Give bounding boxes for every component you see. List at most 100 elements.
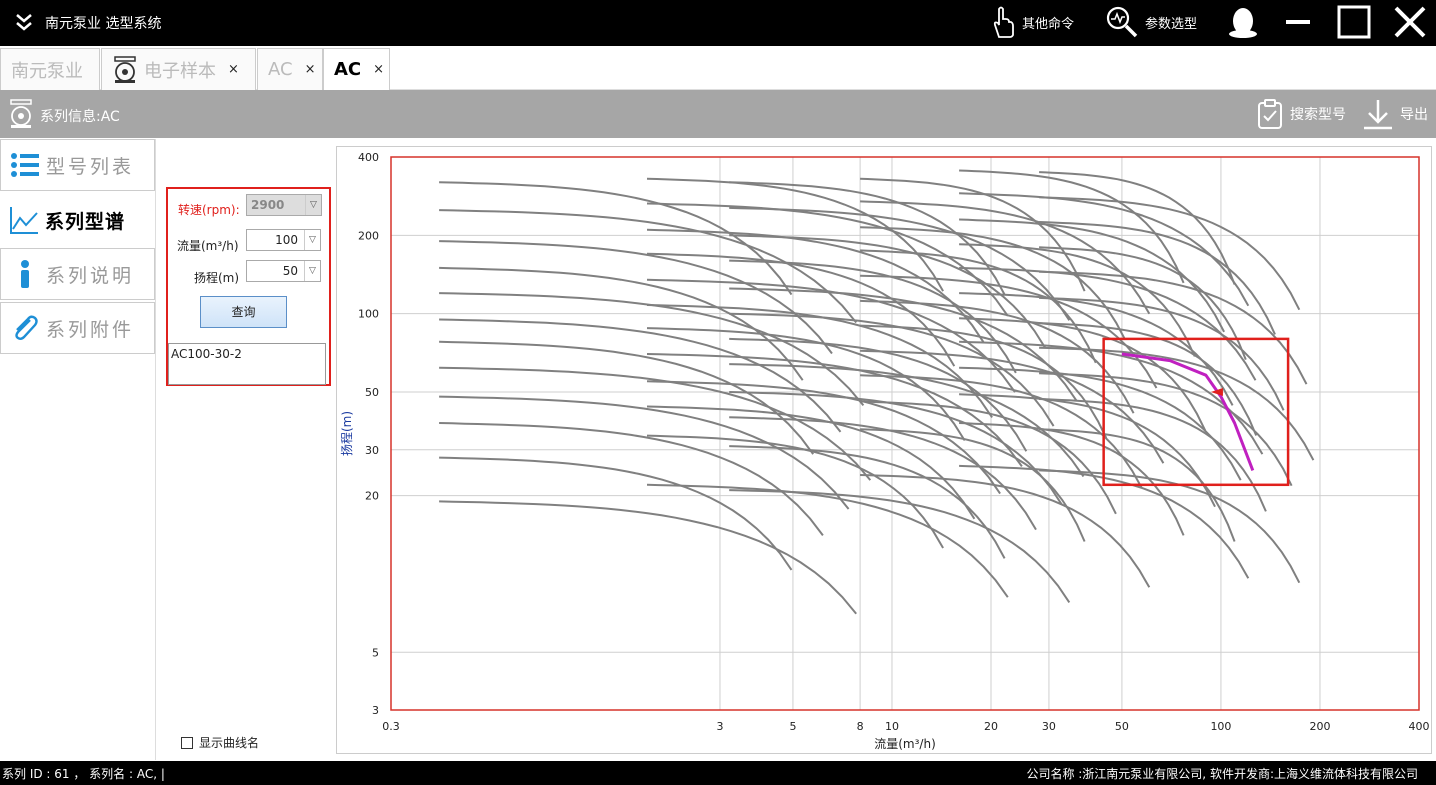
result-list[interactable]: AC100-30-2 [168,343,326,385]
x-tick-label: 30 [1042,720,1056,733]
y-tick-label: 50 [365,386,379,399]
x-tick-label: 50 [1115,720,1129,733]
series-chart: 0.3 3 5 8 10 20 30 50 100 200 400 400 200 100 50 30 20 5 3… [336,146,1432,754]
search-model-button[interactable]: 搜索型号 [1256,98,1346,130]
export-label: 导出 [1400,107,1428,123]
pump-curve [959,266,1257,381]
series-info-title: 系列信息:AC [40,109,120,125]
status-company: 公司名称 :浙江南元泵业有限公司, 软件开发商:上海义维流体科技有限公司 [1026,767,1418,781]
pump-curve [860,400,1117,515]
app-title: 南元泵业 选型系统 [45,16,162,32]
hand-pointer-icon [993,6,1014,38]
chart-line-icon [10,207,38,234]
tab-label: 南元泵业 [11,60,83,82]
nav-model-list[interactable]: 型号列表 [0,139,155,191]
show-curve-names-checkbox[interactable] [181,736,193,749]
head-value: 50 [282,264,298,278]
tab-e-sample[interactable]: 电子样本 × [101,48,256,90]
query-button[interactable]: 查询 [200,296,287,328]
pump-curve [646,228,985,343]
chevron-down-icon[interactable]: ▽ [304,261,320,281]
nav-series-chart[interactable]: 系列型谱 [0,194,155,246]
tab-label: AC [268,59,293,80]
pump-curve [1039,296,1285,411]
tab-ac-active[interactable]: AC × [323,48,390,90]
tab-close-icon[interactable]: × [228,62,239,77]
y-tick-label: 3 [372,704,379,717]
flow-label: 流量(m³/h) [177,239,239,253]
close-icon[interactable] [1392,4,1428,40]
pump-curve [439,456,793,571]
minimize-icon[interactable] [1280,4,1316,40]
x-tick-label: 10 [885,720,899,733]
x-tick-label: 200 [1309,720,1330,733]
flow-value: 100 [275,233,298,247]
x-tick-label: 3 [716,720,723,733]
pump-curve [646,405,976,520]
clipboard-check-icon [1258,99,1282,129]
left-nav: 型号列表 系列型谱 系列说明 系列附件 [0,139,156,760]
download-icon [1364,100,1392,130]
head-select[interactable]: 50 ▽ [246,260,321,282]
show-curve-names-row[interactable]: 显示曲线名 [181,734,259,751]
tab-home[interactable]: 南元泵业 [0,48,100,90]
x-tick-label: 0.3 [382,720,400,733]
pump-curve [1039,270,1308,385]
x-tick-label: 100 [1210,720,1231,733]
x-axis-label: 流量(m³/h) [874,737,936,751]
tab-ac-1[interactable]: AC × [257,48,323,90]
pump-curve [729,363,1085,478]
pump-curve [860,474,1151,588]
other-commands-button[interactable]: 其他命令 [990,4,1074,40]
nav-label: 系列型谱 [45,210,126,233]
export-button[interactable]: 导出 [1362,98,1428,130]
y-tick-label: 100 [358,308,379,321]
pump-icon [114,55,136,83]
speed-value: 2900 [251,198,285,212]
y-tick-label: 400 [358,151,379,164]
tab-close-icon[interactable]: × [305,62,316,77]
y-tick-label: 30 [365,444,379,457]
nav-series-attachments[interactable]: 系列附件 [0,302,155,354]
search-model-label: 搜索型号 [1290,107,1346,123]
nav-label: 型号列表 [46,155,135,178]
chevron-down-double-icon[interactable] [14,11,34,33]
x-tick-label: 20 [984,720,998,733]
nav-series-description[interactable]: 系列说明 [0,248,155,300]
pump-curve [860,428,1086,542]
paperclip-icon [15,315,38,340]
pump-curve [646,304,993,418]
pump-curve [439,500,857,615]
param-selection-button[interactable]: 参数选型 [1105,4,1197,40]
tab-bar: 南元泵业 电子样本 × AC × AC × [0,46,1436,90]
pump-curve [729,181,1006,296]
param-selection-label: 参数选型 [1145,16,1198,32]
other-commands-label: 其他命令 [1022,16,1075,32]
pump-curve [646,202,1009,317]
pump-curve [439,422,824,537]
pump-curve [646,483,1009,598]
chart-svg[interactable]: 0.3 3 5 8 10 20 30 50 100 200 40040020010050302053… [337,147,1431,753]
list-item[interactable]: AC100-30-2 [171,347,323,361]
head-label: 扬程(m) [194,271,240,285]
chevron-down-icon[interactable]: ▽ [304,230,320,250]
status-series: 系列 ID : 61 ， 系列名 : AC, | [2,767,165,781]
status-bar: 系列 ID : 61 ， 系列名 : AC, | 公司名称 :浙江南元泵业有限公… [0,761,1436,785]
maximize-icon[interactable] [1336,4,1372,40]
tab-close-icon[interactable]: × [373,62,384,77]
qq-penguin-icon[interactable] [1225,4,1261,40]
y-axis-label: 扬程(m) [339,411,354,456]
show-curve-names-label: 显示曲线名 [199,736,260,750]
x-tick-label: 5 [789,720,796,733]
tab-label: AC [334,59,362,80]
y-tick-label: 20 [365,490,379,503]
magnifier-icon [1106,6,1138,38]
speed-select: 2900 ▽ [246,194,322,216]
pump-curve [959,340,1264,455]
flow-select[interactable]: 100 ▽ [246,229,321,251]
x-tick-label: 8 [857,720,864,733]
pump-icon [10,99,32,128]
nav-label: 系列说明 [46,264,135,287]
list-icon [11,153,39,177]
chevron-down-icon: ▽ [305,195,321,215]
